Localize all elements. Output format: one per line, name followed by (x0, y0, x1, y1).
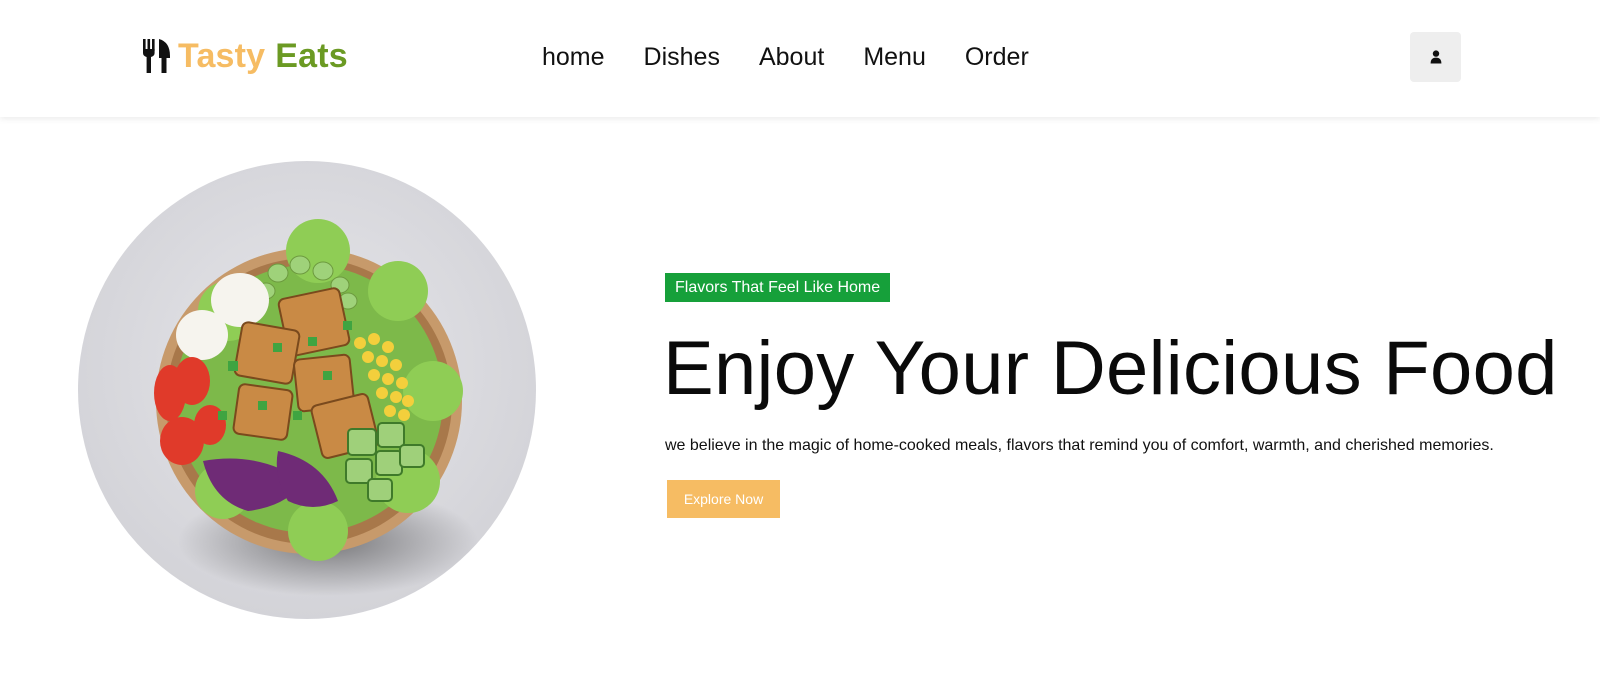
nav-link-dishes[interactable]: Dishes (644, 40, 720, 74)
hero-tagline-badge: Flavors That Feel Like Home (665, 273, 891, 302)
hero-description: we believe in the magic of home-cooked m… (665, 437, 1494, 454)
nav-link-menu[interactable]: Menu (863, 40, 926, 74)
hero-headline: Enjoy Your Delicious Food (663, 326, 1558, 411)
nav-link-home[interactable]: home (542, 40, 605, 74)
nav-link-about[interactable]: About (759, 40, 824, 74)
user-icon (1430, 50, 1441, 64)
explore-now-button[interactable]: Explore Now (667, 480, 780, 518)
logo-text: Tasty Eats (178, 37, 348, 76)
logo-word-eats: Eats (275, 36, 348, 75)
salad-bowl-image (78, 161, 536, 619)
site-header: Tasty Eats home Dishes About Menu Order (0, 0, 1600, 117)
user-account-button[interactable] (1410, 32, 1461, 82)
nav-link-order[interactable]: Order (965, 40, 1029, 74)
logo[interactable]: Tasty Eats (142, 34, 348, 78)
logo-word-tasty: Tasty (178, 36, 266, 75)
main-nav: home Dishes About Menu Order (542, 40, 1068, 74)
utensils-icon (143, 39, 170, 73)
